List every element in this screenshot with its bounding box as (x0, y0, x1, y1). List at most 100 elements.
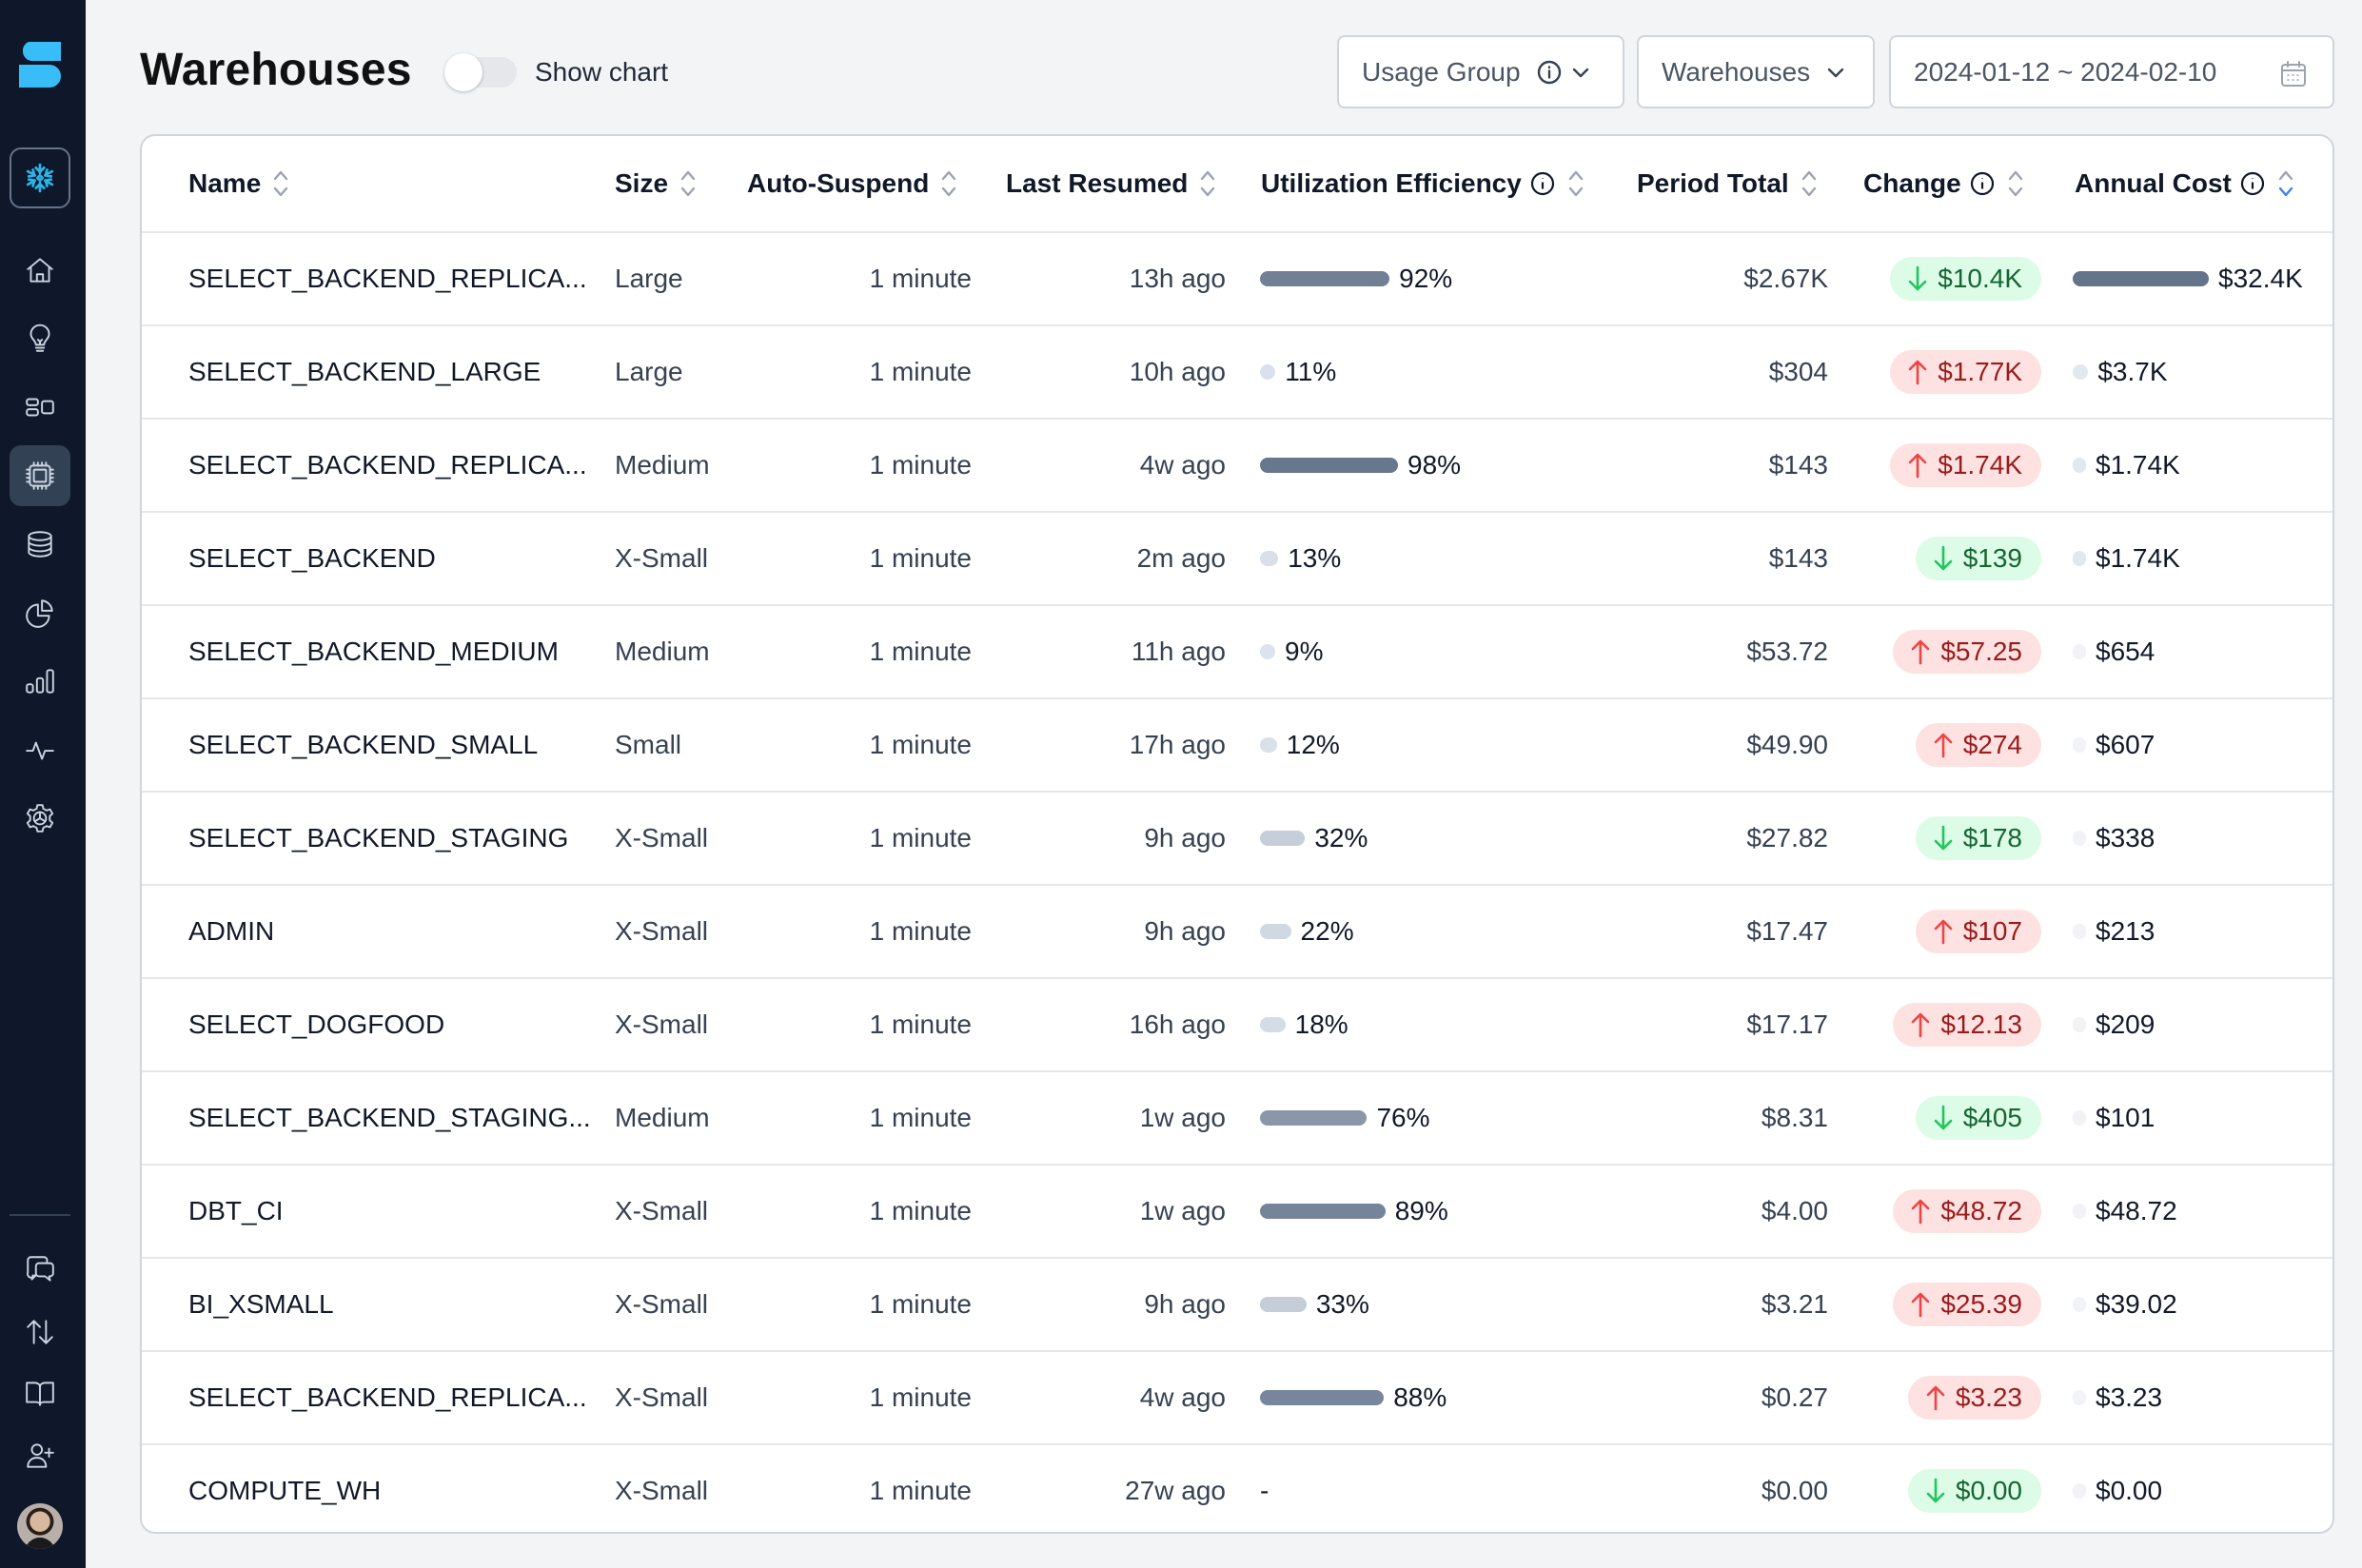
activity-icon (26, 741, 54, 760)
table-row[interactable]: SELECT_DOGFOOD X-Small 1 minute 16h ago … (142, 979, 2332, 1072)
annual-cost-bar (2073, 458, 2086, 473)
date-range-picker[interactable]: 2024-01-12 ~ 2024-02-10 (1889, 35, 2334, 108)
table-row[interactable]: DBT_CI X-Small 1 minute 1w ago 89% $4.00… (142, 1166, 2332, 1259)
warehouses-filter-dropdown[interactable]: Warehouses (1637, 35, 1875, 108)
utilization-value: - (1260, 1476, 1270, 1505)
sidebar-item-dashboards[interactable] (10, 377, 70, 438)
warehouse-name[interactable]: SELECT_BACKEND_LARGE (188, 326, 541, 418)
sort-desc-icon[interactable] (2277, 167, 2294, 200)
table-row[interactable]: COMPUTE_WH X-Small 1 minute 27w ago - $0… (142, 1445, 2332, 1532)
table-row[interactable]: SELECT_BACKEND_REPLICA... Large 1 minute… (142, 233, 2332, 326)
column-header-name[interactable]: Name (188, 136, 289, 231)
info-icon[interactable] (1529, 170, 1556, 197)
annual-cost-bar (2073, 644, 2086, 659)
sidebar-item-snowflake-account[interactable] (10, 147, 70, 208)
show-chart-toggle[interactable] (444, 53, 517, 91)
utilization-value: 98% (1407, 450, 1462, 480)
sidebar-item-invite-user[interactable] (10, 1425, 70, 1486)
warehouse-name[interactable]: SELECT_BACKEND_SMALL (188, 699, 538, 791)
table-row[interactable]: BI_XSMALL X-Small 1 minute 9h ago 33% $3… (142, 1259, 2332, 1352)
warehouse-size: X-Small (615, 1289, 709, 1319)
sort-icon[interactable] (1199, 167, 1216, 200)
sort-icon[interactable] (940, 167, 957, 200)
select-logo[interactable] (19, 42, 61, 88)
change-badge: $48.72 (1893, 1189, 2041, 1233)
table-row[interactable]: SELECT_BACKEND X-Small 1 minute 2m ago 1… (142, 513, 2332, 606)
table-row[interactable]: SELECT_BACKEND_REPLICA... X-Small 1 minu… (142, 1352, 2332, 1445)
warehouse-name[interactable]: BI_XSMALL (188, 1259, 334, 1350)
warehouses-filter-label: Warehouses (1662, 56, 1811, 87)
warehouse-name[interactable]: SELECT_BACKEND_MEDIUM (188, 606, 559, 697)
arrow-up-icon (1908, 360, 1927, 385)
period-total-value: $0.27 (1761, 1382, 1828, 1412)
table-row[interactable]: SELECT_BACKEND_SMALL Small 1 minute 17h … (142, 699, 2332, 793)
column-header-last-resumed[interactable]: Last Resumed (1006, 136, 1216, 231)
warehouse-name[interactable]: SELECT_DOGFOOD (188, 979, 444, 1070)
column-header-size[interactable]: Size (615, 136, 697, 231)
column-header-utilization-efficiency[interactable]: Utilization Efficiency (1261, 136, 1585, 231)
last-resumed-value: 2m ago (1136, 543, 1226, 573)
warehouse-name[interactable]: COMPUTE_WH (188, 1445, 381, 1532)
user-avatar[interactable] (17, 1503, 63, 1549)
annual-cost-bar (2073, 1390, 2086, 1405)
utilization-value: 89% (1394, 1196, 1448, 1225)
warehouse-name[interactable]: DBT_CI (188, 1166, 284, 1257)
sidebar-item-home[interactable] (10, 240, 70, 301)
warehouse-name[interactable]: SELECT_BACKEND_STAGING (188, 793, 568, 884)
column-header-auto-suspend[interactable]: Auto-Suspend (747, 136, 957, 231)
auto-suspend-value: 1 minute (869, 543, 972, 573)
auto-suspend-value: 1 minute (869, 1103, 972, 1132)
change-value: $405 (1962, 1103, 2022, 1132)
column-header-period-total[interactable]: Period Total (1637, 136, 1818, 231)
utilization-cell: 11% (1260, 326, 1336, 418)
arrows-up-down-icon (27, 1320, 53, 1344)
sidebar-item-docs[interactable] (10, 1362, 70, 1423)
sort-icon[interactable] (1567, 167, 1585, 200)
sidebar-item-insights[interactable] (10, 308, 70, 369)
sidebar-item-warehouses[interactable] (10, 445, 70, 506)
warehouse-name[interactable]: SELECT_BACKEND_REPLICA... (188, 420, 587, 511)
info-icon[interactable] (2239, 170, 2266, 197)
sidebar-item-reports[interactable] (10, 651, 70, 712)
warehouse-size: Large (615, 264, 683, 293)
sidebar-item-monitoring[interactable] (10, 719, 70, 780)
usage-group-dropdown[interactable]: Usage Group (1337, 35, 1624, 108)
warehouse-name[interactable]: ADMIN (188, 886, 274, 977)
table-row[interactable]: SELECT_BACKEND_STAGING X-Small 1 minute … (142, 793, 2332, 886)
sidebar-item-feedback[interactable] (10, 1239, 70, 1300)
utilization-cell: 92% (1260, 233, 1452, 324)
arrow-up-icon (1908, 453, 1927, 479)
warehouse-name[interactable]: SELECT_BACKEND (188, 513, 436, 604)
sort-icon[interactable] (2007, 167, 2024, 200)
annual-cost-bar (2073, 1483, 2086, 1499)
auto-suspend-value: 1 minute (869, 264, 972, 293)
cpu-chip-icon (26, 461, 54, 490)
column-header-change[interactable]: Change (1863, 136, 2024, 231)
table-row[interactable]: SELECT_BACKEND_REPLICA... Medium 1 minut… (142, 420, 2332, 513)
arrow-up-icon (1912, 1012, 1930, 1038)
utilization-bar (1260, 271, 1390, 286)
period-total-value: $17.47 (1746, 916, 1828, 946)
warehouse-name[interactable]: SELECT_BACKEND_REPLICA... (188, 233, 587, 324)
table-row[interactable]: SELECT_BACKEND_STAGING... Medium 1 minut… (142, 1072, 2332, 1166)
table-row[interactable]: SELECT_BACKEND_LARGE Large 1 minute 10h … (142, 326, 2332, 420)
sidebar-item-databases[interactable] (10, 514, 70, 575)
sort-icon[interactable] (272, 167, 289, 200)
sidebar-item-usage-groups[interactable] (10, 582, 70, 643)
sort-icon[interactable] (1801, 167, 1818, 200)
info-icon[interactable] (1969, 170, 1996, 197)
utilization-cell: 33% (1260, 1259, 1369, 1350)
sidebar-item-data-transfer[interactable] (10, 1302, 70, 1362)
sidebar-item-settings[interactable] (10, 788, 70, 849)
column-header-annual-cost[interactable]: Annual Cost (2075, 136, 2294, 231)
info-icon[interactable] (1536, 59, 1563, 86)
utilization-value: 32% (1314, 823, 1368, 853)
sort-icon[interactable] (679, 167, 697, 200)
warehouse-size: Medium (615, 450, 710, 480)
table-row[interactable]: SELECT_BACKEND_MEDIUM Medium 1 minute 11… (142, 606, 2332, 699)
table-row[interactable]: ADMIN X-Small 1 minute 9h ago 22% $17.47… (142, 886, 2332, 979)
utilization-value: 88% (1393, 1382, 1447, 1412)
annual-cost-cell: $1.74K (2073, 513, 2180, 604)
warehouse-name[interactable]: SELECT_BACKEND_STAGING... (188, 1072, 591, 1164)
warehouse-name[interactable]: SELECT_BACKEND_REPLICA... (188, 1352, 587, 1443)
